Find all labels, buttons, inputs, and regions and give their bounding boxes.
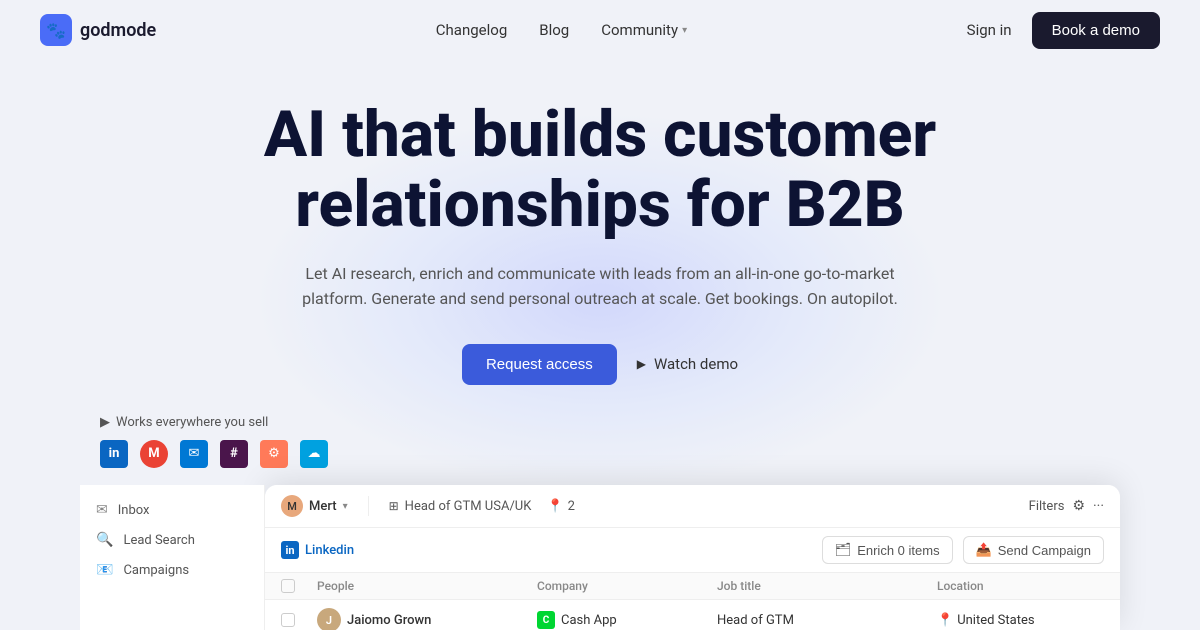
nav-changelog[interactable]: Changelog: [436, 21, 507, 39]
sidebar-lead-search-label: Lead Search: [123, 533, 194, 548]
settings-icon: ⚙: [1072, 498, 1085, 514]
job-title-cell: Head of GTM: [717, 613, 937, 628]
request-access-button[interactable]: Request access: [462, 344, 617, 385]
app-preview: M Mert ▾ ⊞ Head of GTM USA/UK 📍 2 Filter…: [265, 485, 1120, 630]
chevron-down-icon: ▾: [682, 25, 687, 36]
enrich-items-button[interactable]: 🗂 Enrich 0 items: [822, 536, 953, 564]
search-icon: 🔍: [96, 532, 113, 548]
app-header: M Mert ▾ ⊞ Head of GTM USA/UK 📍 2 Filter…: [265, 485, 1120, 528]
integrations-list: in M ✉ # ⚙ ☁: [100, 440, 1100, 468]
location-badge: 📍 2: [547, 499, 575, 514]
sidebar-inbox-label: Inbox: [118, 503, 150, 518]
play-icon: ▶: [637, 357, 646, 371]
send-icon: 📤: [976, 542, 992, 558]
app-sidebar: ✉ Inbox 🔍 Lead Search 📧 Campaigns: [80, 485, 265, 630]
nav-actions: Sign in Book a demo: [967, 12, 1160, 49]
salesforce-integration-icon: ☁: [300, 440, 328, 468]
person-name: J Jaiomo Grown: [317, 608, 537, 630]
col-location: Location: [937, 579, 1120, 593]
user-name: Mert: [309, 499, 337, 514]
divider: [368, 496, 369, 516]
row-checkbox[interactable]: [281, 613, 317, 627]
location-flag-icon: 📍: [937, 613, 953, 628]
filter-icon: ⊞: [389, 499, 399, 513]
table-header: People Company Job title Location: [265, 573, 1120, 600]
gmail-integration-icon: M: [140, 440, 168, 468]
logo[interactable]: 🐾 godmode: [40, 14, 156, 46]
nav-blog[interactable]: Blog: [539, 21, 569, 39]
works-label: ▶ Works everywhere you sell: [100, 415, 1100, 430]
campaigns-icon: 📧: [96, 562, 113, 578]
slack-integration-icon: #: [220, 440, 248, 468]
hubspot-integration-icon: ⚙: [260, 440, 288, 468]
logo-text: godmode: [80, 20, 156, 41]
outlook-integration-icon: ✉: [180, 440, 208, 468]
col-people: People: [317, 579, 537, 593]
location-cell: 📍 United States: [937, 613, 1120, 628]
nav-links: Changelog Blog Community ▾: [436, 21, 687, 39]
app-toolbar: in Linkedin 🗂 Enrich 0 items 📤 Send Camp…: [265, 528, 1120, 573]
checkbox-all[interactable]: [281, 579, 317, 593]
nav-community-label: Community: [601, 21, 678, 39]
logo-icon: 🐾: [40, 14, 72, 46]
company-cell: C Cash App: [537, 611, 717, 629]
hero-section: AI that builds customer relationships fo…: [0, 60, 1200, 498]
linkedin-icon: in: [281, 541, 299, 559]
col-company: Company: [537, 579, 717, 593]
navbar: 🐾 godmode Changelog Blog Community ▾ Sig…: [0, 0, 1200, 60]
filters-button[interactable]: Filters ⚙ ···: [1029, 498, 1104, 514]
more-icon: ···: [1093, 498, 1104, 514]
sidebar-campaigns-label: Campaigns: [123, 563, 189, 578]
sign-in-link[interactable]: Sign in: [967, 21, 1012, 39]
linkedin-badge: in Linkedin: [281, 541, 354, 559]
avatar: M: [281, 495, 303, 517]
sidebar-item-lead-search[interactable]: 🔍 Lead Search: [80, 525, 264, 555]
book-demo-button[interactable]: Book a demo: [1032, 12, 1160, 49]
works-everywhere: ▶ Works everywhere you sell in M ✉ # ⚙ ☁: [20, 415, 1180, 468]
linkedin-integration-icon: in: [100, 440, 128, 468]
watch-demo-button[interactable]: ▶ Watch demo: [637, 355, 738, 373]
hero-subtitle: Let AI research, enrich and communicate …: [300, 261, 900, 312]
play-icon-small: ▶: [100, 415, 110, 430]
user-badge[interactable]: M Mert ▾: [281, 495, 348, 517]
database-icon: 🗂: [835, 542, 852, 558]
chevron-down-icon: ▾: [343, 501, 348, 512]
table-row: J Jaiomo Grown C Cash App Head of GTM 📍 …: [265, 600, 1120, 630]
hero-title: AI that builds customer relationships fo…: [220, 100, 980, 241]
filter-label: ⊞ Head of GTM USA/UK: [389, 499, 532, 514]
col-job-title: Job title: [717, 579, 937, 593]
send-campaign-button[interactable]: 📤 Send Campaign: [963, 536, 1104, 564]
sidebar-item-campaigns[interactable]: 📧 Campaigns: [80, 555, 264, 585]
toolbar-actions: 🗂 Enrich 0 items 📤 Send Campaign: [822, 536, 1104, 564]
inbox-icon: ✉: [96, 502, 108, 518]
person-avatar: J: [317, 608, 341, 630]
location-icon: 📍: [547, 499, 563, 514]
company-icon: C: [537, 611, 555, 629]
sidebar-item-inbox[interactable]: ✉ Inbox: [80, 495, 264, 525]
nav-community[interactable]: Community ▾: [601, 21, 687, 39]
hero-cta: Request access ▶ Watch demo: [20, 344, 1180, 385]
